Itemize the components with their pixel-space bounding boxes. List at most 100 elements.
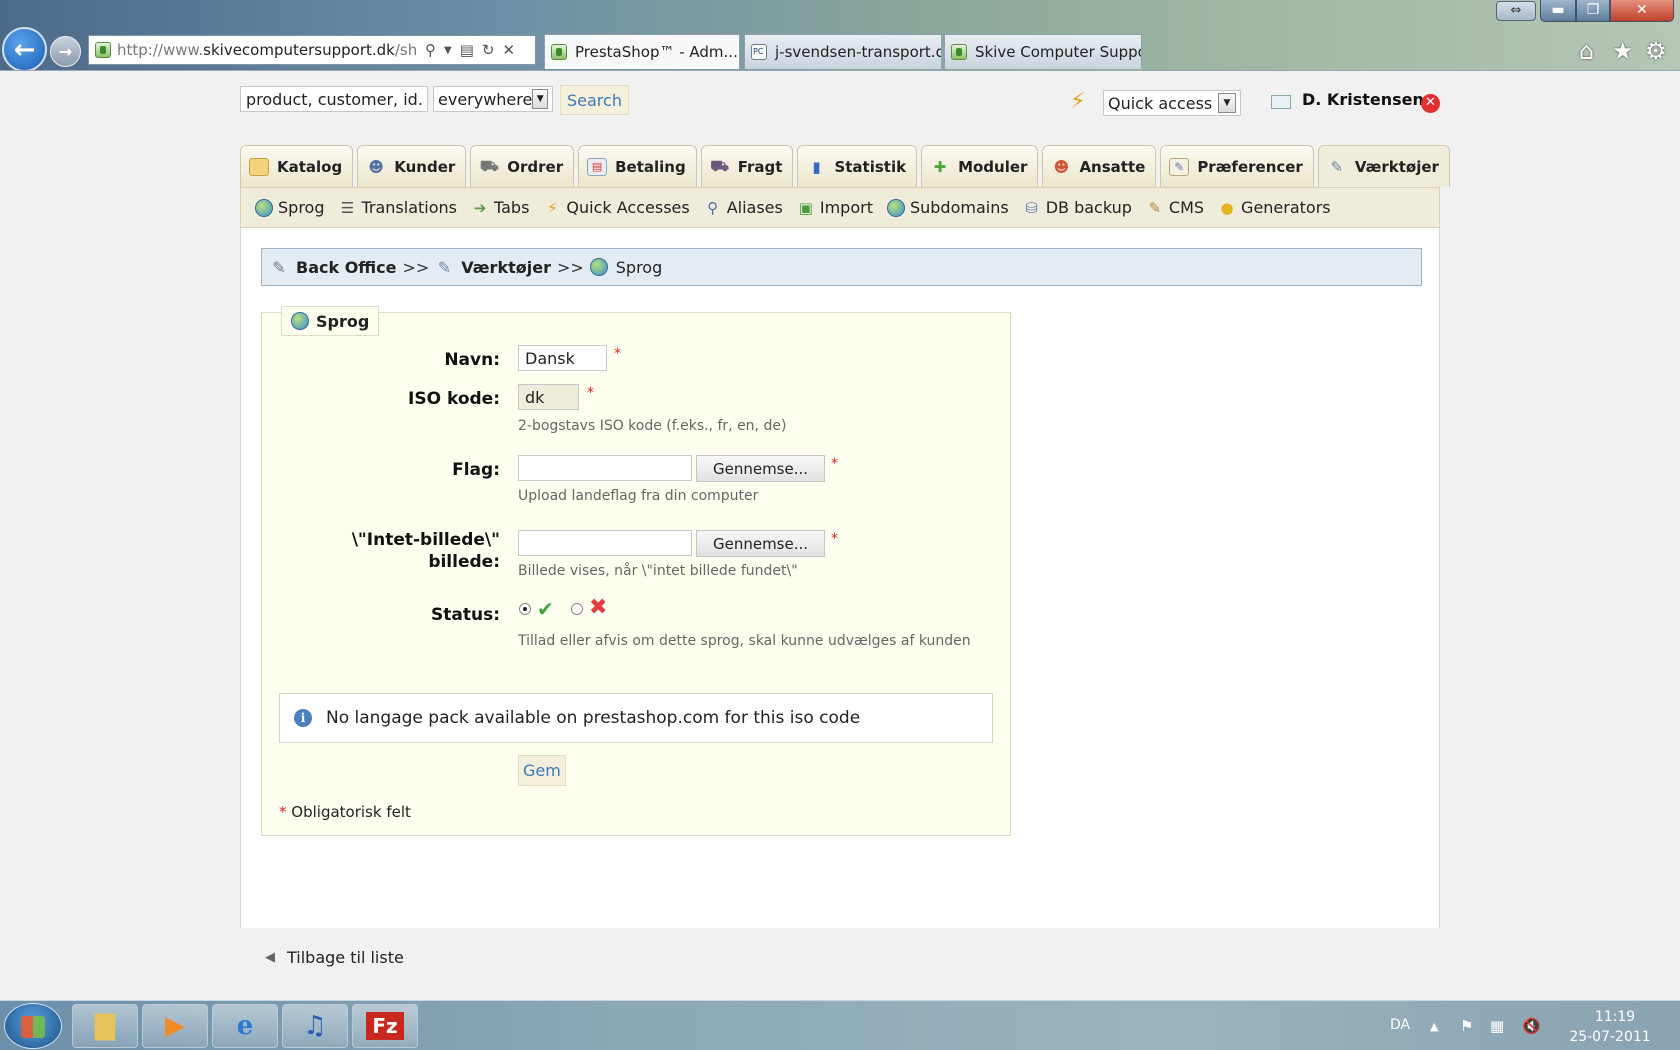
favorites-star-icon[interactable]: ★: [1612, 37, 1634, 65]
volume-muted-icon[interactable]: 🔇: [1522, 1017, 1541, 1035]
name-input[interactable]: [518, 345, 607, 371]
chevron-down-icon[interactable]: ▼: [1218, 93, 1236, 113]
no-image-browse-button[interactable]: Gennemse...: [696, 530, 825, 557]
breadcrumb-separator: >>: [402, 257, 430, 277]
subtab-label: DB backup: [1045, 198, 1132, 217]
search-icon[interactable]: ⚲: [425, 41, 436, 59]
stop-icon[interactable]: ✕: [502, 41, 515, 59]
tab-praeferencer[interactable]: ✎ Præferencer: [1160, 145, 1314, 187]
breadcrumb-current: Sprog: [589, 258, 662, 277]
chevron-down-icon[interactable]: ▼: [532, 89, 548, 109]
puzzle-icon: ✚: [933, 157, 947, 176]
subtab-generators[interactable]: ● Generators: [1218, 198, 1331, 217]
subtab-import[interactable]: ▣ Import: [797, 198, 873, 217]
browser-tab-skive[interactable]: Skive Computer Support: [944, 34, 1142, 69]
filezilla-icon[interactable]: Fz: [352, 1004, 418, 1048]
itunes-icon[interactable]: ♫: [282, 1004, 348, 1048]
subtab-tabs[interactable]: ➔ Tabs: [471, 198, 530, 217]
home-icon[interactable]: ⌂: [1579, 37, 1594, 65]
status-enabled-radio[interactable]: [519, 603, 531, 615]
tab-vaerktoejer[interactable]: ✎ Værktøjer: [1317, 145, 1450, 187]
subtab-sprog[interactable]: Sprog: [255, 198, 324, 217]
windows-start-icon[interactable]: [4, 1003, 62, 1049]
iso-code-input[interactable]: [518, 384, 579, 410]
forward-arrow-icon[interactable]: →: [50, 36, 81, 67]
status-label: Status:: [431, 605, 500, 625]
dropdown-arrow-icon[interactable]: ▼: [444, 45, 452, 56]
tab-label: Betaling: [615, 157, 686, 176]
import-icon: ▣: [798, 198, 813, 217]
clock-date[interactable]: 25-07-2011: [1560, 1029, 1660, 1045]
subtab-label: Translations: [361, 198, 457, 217]
window-minimize-button[interactable]: ▬: [1540, 0, 1576, 22]
no-image-hint: Billede vises, når \"intet billede funde…: [518, 563, 798, 579]
tab-fragt[interactable]: ⛟ Fragt: [700, 145, 794, 187]
folder-icon: [249, 157, 269, 176]
network-icon[interactable]: ▦: [1490, 1017, 1504, 1035]
address-url[interactable]: http://www.skivecomputersupport.dk/shopa: [117, 41, 417, 59]
lightbulb-icon: ●: [1220, 198, 1234, 217]
tab-betaling[interactable]: ▤ Betaling: [578, 145, 697, 187]
breadcrumb-root[interactable]: ✎ Back Office: [270, 258, 396, 277]
window-restore-button[interactable]: ⇔: [1496, 1, 1536, 21]
tab-statistik[interactable]: ▮ Statistik: [797, 145, 918, 187]
browser-tab-label: PrestaShop™ - Adm...: [575, 43, 738, 61]
search-scope-select[interactable]: everywhere ▼: [433, 86, 553, 112]
subtab-aliases[interactable]: ⚲ Aliases: [704, 198, 783, 217]
show-hidden-icons-icon[interactable]: ▲: [1430, 1020, 1438, 1033]
tab-moduler[interactable]: ✚ Moduler: [921, 145, 1039, 187]
search-button[interactable]: Search: [560, 85, 629, 115]
employee-name: D. Kristensen: [1302, 90, 1424, 109]
flag-browse-button[interactable]: Gennemse...: [696, 455, 825, 482]
no-image-file-input[interactable]: [518, 530, 692, 556]
clock-time[interactable]: 11:19: [1580, 1009, 1650, 1025]
window-close-button[interactable]: ✕: [1610, 0, 1674, 22]
save-button[interactable]: Gem: [518, 755, 566, 786]
status-disabled-radio[interactable]: [571, 603, 583, 615]
search-input[interactable]: [240, 86, 428, 112]
site-favicon-icon: [95, 42, 111, 58]
tab-label: Ordrer: [507, 157, 564, 176]
flag-hint: Upload landeflag fra din computer: [518, 488, 759, 504]
quick-access-select[interactable]: Quick access ▼: [1103, 90, 1241, 116]
employee-card-icon: [1271, 95, 1291, 109]
info-icon: i: [294, 709, 312, 727]
tab-label: Værktøjer: [1354, 157, 1439, 176]
back-to-list-link[interactable]: ◀ Tilbage til liste: [265, 948, 404, 967]
tab-katalog[interactable]: Katalog: [240, 145, 354, 187]
name-label: Navn:: [444, 350, 500, 370]
flag-file-input[interactable]: [518, 455, 692, 481]
keyboard-language[interactable]: DA: [1390, 1017, 1410, 1033]
settings-gear-icon[interactable]: ⚙: [1645, 37, 1667, 65]
back-arrow-icon[interactable]: ←: [2, 27, 47, 72]
explorer-folder-icon[interactable]: ▇: [72, 1004, 138, 1048]
bolt-icon: ⚡: [547, 198, 558, 217]
iso-code-hint: 2-bogstavs ISO kode (f.eks., fr, en, de): [518, 418, 787, 434]
subtab-db-backup[interactable]: ⛁ DB backup: [1023, 198, 1132, 217]
address-bar[interactable]: http://www.skivecomputersupport.dk/shopa…: [88, 35, 536, 65]
subtab-quick-accesses[interactable]: ⚡ Quick Accesses: [543, 198, 690, 217]
window-maximize-button[interactable]: ❐: [1576, 0, 1610, 22]
compatibility-view-icon[interactable]: ▤: [460, 41, 474, 59]
subtab-subdomains[interactable]: Subdomains: [886, 198, 1009, 217]
tab-kunder[interactable]: ☻ Kunder: [357, 145, 467, 187]
sub-tabs: Sprog ☰ Translations ➔ Tabs ⚡ Quick Acce…: [240, 187, 1440, 228]
media-player-icon[interactable]: ▶: [142, 1004, 208, 1048]
internet-explorer-icon[interactable]: e: [212, 1004, 278, 1048]
logout-icon[interactable]: ✕: [1421, 94, 1440, 113]
checkmark-icon: ✔: [537, 597, 554, 621]
required-marker: *: [831, 456, 838, 472]
browser-tab-prestashop[interactable]: PrestaShop™ - Adm... ✕: [544, 34, 740, 69]
breadcrumb-section[interactable]: ✎ Værktøjer: [435, 258, 551, 277]
subtab-cms[interactable]: ✎ CMS: [1146, 198, 1204, 217]
action-center-flag-icon[interactable]: ⚑: [1460, 1017, 1473, 1035]
tab-label: Ansatte: [1079, 157, 1146, 176]
tab-ordrer[interactable]: ⛟ Ordrer: [470, 145, 575, 187]
main-tabs: Katalog ☻ Kunder ⛟ Ordrer ▤ Betaling ⛟ F…: [240, 145, 1454, 187]
tab-ansatte[interactable]: ☻ Ansatte: [1042, 145, 1157, 187]
subtab-translations[interactable]: ☰ Translations: [338, 198, 457, 217]
refresh-icon[interactable]: ↻: [482, 41, 495, 59]
breadcrumb-separator: >>: [556, 257, 584, 277]
required-marker: *: [831, 531, 838, 547]
browser-tab-transport[interactable]: j-svendsen-transport.dk: [744, 34, 942, 69]
